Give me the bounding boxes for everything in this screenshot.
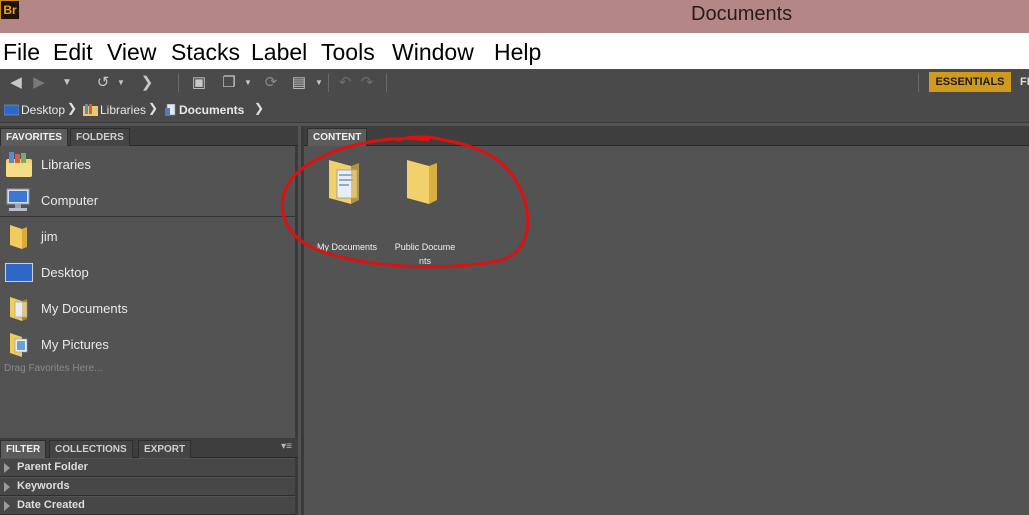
favorite-label: My Pictures [41, 337, 109, 352]
tab-folders[interactable]: FOLDERS [70, 128, 130, 146]
tab-content[interactable]: CONTENT [307, 128, 368, 146]
filter-label: Keywords [17, 480, 70, 492]
content-item-label: Public Docume nts [386, 240, 464, 268]
refresh-icon[interactable]: ⟳ [262, 74, 280, 92]
documents-library-icon [165, 104, 176, 116]
menu-stacks[interactable]: Stacks [171, 39, 240, 66]
label-line: nts [418, 256, 431, 266]
breadcrumb-label: Desktop [21, 103, 66, 117]
pictures-folder-icon [10, 333, 28, 357]
toolbar: ◀ ▶ ▼ ↺ ▼ ❯ ▣ ❐ ▼ ⟳ ▤ ▼ ↶ ↷ ESSENTIALS F… [0, 69, 1029, 97]
history-dropdown-icon[interactable]: ▼ [112, 74, 130, 92]
content-tabbar: CONTENT [304, 126, 1029, 146]
rotate-right-icon[interactable]: ↷ [358, 74, 376, 92]
menu-edit[interactable]: Edit [53, 39, 93, 66]
breadcrumb-label: Documents [179, 103, 245, 117]
workspace-next-button[interactable]: FI [1020, 76, 1029, 88]
camera-icon[interactable]: ▣ [190, 74, 208, 92]
bridge-app-icon[interactable]: Br [0, 0, 20, 20]
menu-bar: File Edit View Stacks Label Tools Window… [0, 33, 1029, 69]
workspace-essentials-button[interactable]: ESSENTIALS [929, 72, 1011, 92]
filter-label: Parent Folder [17, 461, 88, 473]
left-panel: FAVORITES FOLDERS Libraries Computer jim… [0, 126, 298, 515]
copy-icon[interactable]: ❐ [220, 74, 238, 92]
toolbar-divider [178, 74, 179, 92]
favorites-drop-hint: Drag Favorites Here... [4, 363, 103, 374]
menu-window[interactable]: Window [392, 39, 474, 66]
filter-parent-folder[interactable]: Parent Folder [0, 459, 295, 477]
toolbar-divider [918, 74, 919, 92]
tab-export[interactable]: EXPORT [138, 440, 192, 458]
libraries-icon [6, 152, 32, 177]
breadcrumb-desktop[interactable]: Desktop [4, 103, 65, 117]
favorite-desktop[interactable]: Desktop [0, 254, 295, 290]
folder-icon [10, 225, 27, 249]
documents-folder-icon [329, 160, 359, 204]
favorite-my-pictures[interactable]: My Pictures [0, 326, 295, 362]
menu-file[interactable]: File [3, 39, 40, 66]
filter-keywords[interactable]: Keywords [0, 478, 295, 496]
open-icon[interactable]: ▤ [290, 74, 308, 92]
favorite-jim[interactable]: jim [0, 218, 295, 254]
content-item-public-documents[interactable]: Public Docume nts [386, 158, 464, 268]
chevron-right-icon[interactable]: ❯ [148, 101, 158, 115]
menu-tools[interactable]: Tools [321, 39, 375, 66]
computer-icon [6, 188, 30, 211]
favorite-label: Computer [41, 193, 99, 208]
forward-icon[interactable]: ▶ [30, 74, 48, 92]
window-title: Documents [691, 3, 793, 25]
back-icon[interactable]: ◀ [7, 74, 25, 92]
expand-triangle-icon[interactable] [4, 501, 10, 511]
breadcrumb-libraries[interactable]: Libraries [83, 103, 146, 117]
favorites-tabbar: FAVORITES FOLDERS [0, 126, 298, 146]
recent-dropdown-icon[interactable]: ▼ [58, 74, 76, 92]
favorite-label: My Documents [41, 301, 128, 316]
desktop-icon [4, 104, 19, 116]
boomerang-icon[interactable]: ❯ [138, 74, 156, 92]
menu-label[interactable]: Label [251, 39, 307, 66]
copy-dropdown-icon[interactable]: ▼ [239, 74, 257, 92]
desktop-icon [5, 263, 33, 282]
favorite-my-documents[interactable]: My Documents [0, 290, 295, 326]
chevron-right-icon[interactable]: ❯ [67, 101, 77, 115]
toolbar-divider [386, 74, 387, 92]
filter-date-created[interactable]: Date Created [0, 497, 295, 515]
expand-triangle-icon[interactable] [4, 463, 10, 473]
folder-icon [407, 160, 437, 204]
favorite-libraries[interactable]: Libraries [0, 146, 295, 182]
rotate-left-icon[interactable]: ↶ [336, 74, 354, 92]
label-line: Public Docume [394, 242, 456, 252]
breadcrumb-documents[interactable]: Documents [165, 103, 244, 117]
menu-help[interactable]: Help [494, 39, 541, 66]
toolbar-divider [328, 74, 329, 92]
libraries-icon [83, 104, 98, 116]
menu-view[interactable]: View [107, 39, 156, 66]
tab-favorites[interactable]: FAVORITES [0, 128, 68, 146]
breadcrumb-label: Libraries [100, 103, 147, 117]
history-icon[interactable]: ↺ [94, 74, 112, 92]
favorite-label: Libraries [41, 157, 91, 172]
content-item-label: My Documents [316, 242, 378, 252]
breadcrumb: Desktop ❯ Libraries ❯ Documents ❯ [0, 97, 1029, 123]
favorite-computer[interactable]: Computer [0, 182, 295, 218]
content-panel: CONTENT My Documents Public Docume nts [301, 126, 1029, 515]
documents-folder-icon [10, 297, 28, 321]
favorites-divider [0, 216, 295, 217]
filter-tabbar: FILTER COLLECTIONS EXPORT ▾≡ [0, 438, 298, 458]
expand-triangle-icon[interactable] [4, 482, 10, 492]
favorite-label: jim [41, 229, 58, 244]
panel-menu-icon[interactable]: ▾≡ [281, 441, 292, 452]
chevron-right-icon[interactable]: ❯ [254, 101, 264, 115]
favorite-label: Desktop [41, 265, 89, 280]
filter-label: Date Created [17, 499, 85, 511]
tab-collections[interactable]: COLLECTIONS [49, 440, 133, 458]
content-item-my-documents[interactable]: My Documents [308, 158, 386, 268]
open-dropdown-icon[interactable]: ▼ [310, 74, 328, 92]
title-bar: Br Documents [0, 0, 1029, 33]
tab-filter[interactable]: FILTER [0, 440, 47, 458]
